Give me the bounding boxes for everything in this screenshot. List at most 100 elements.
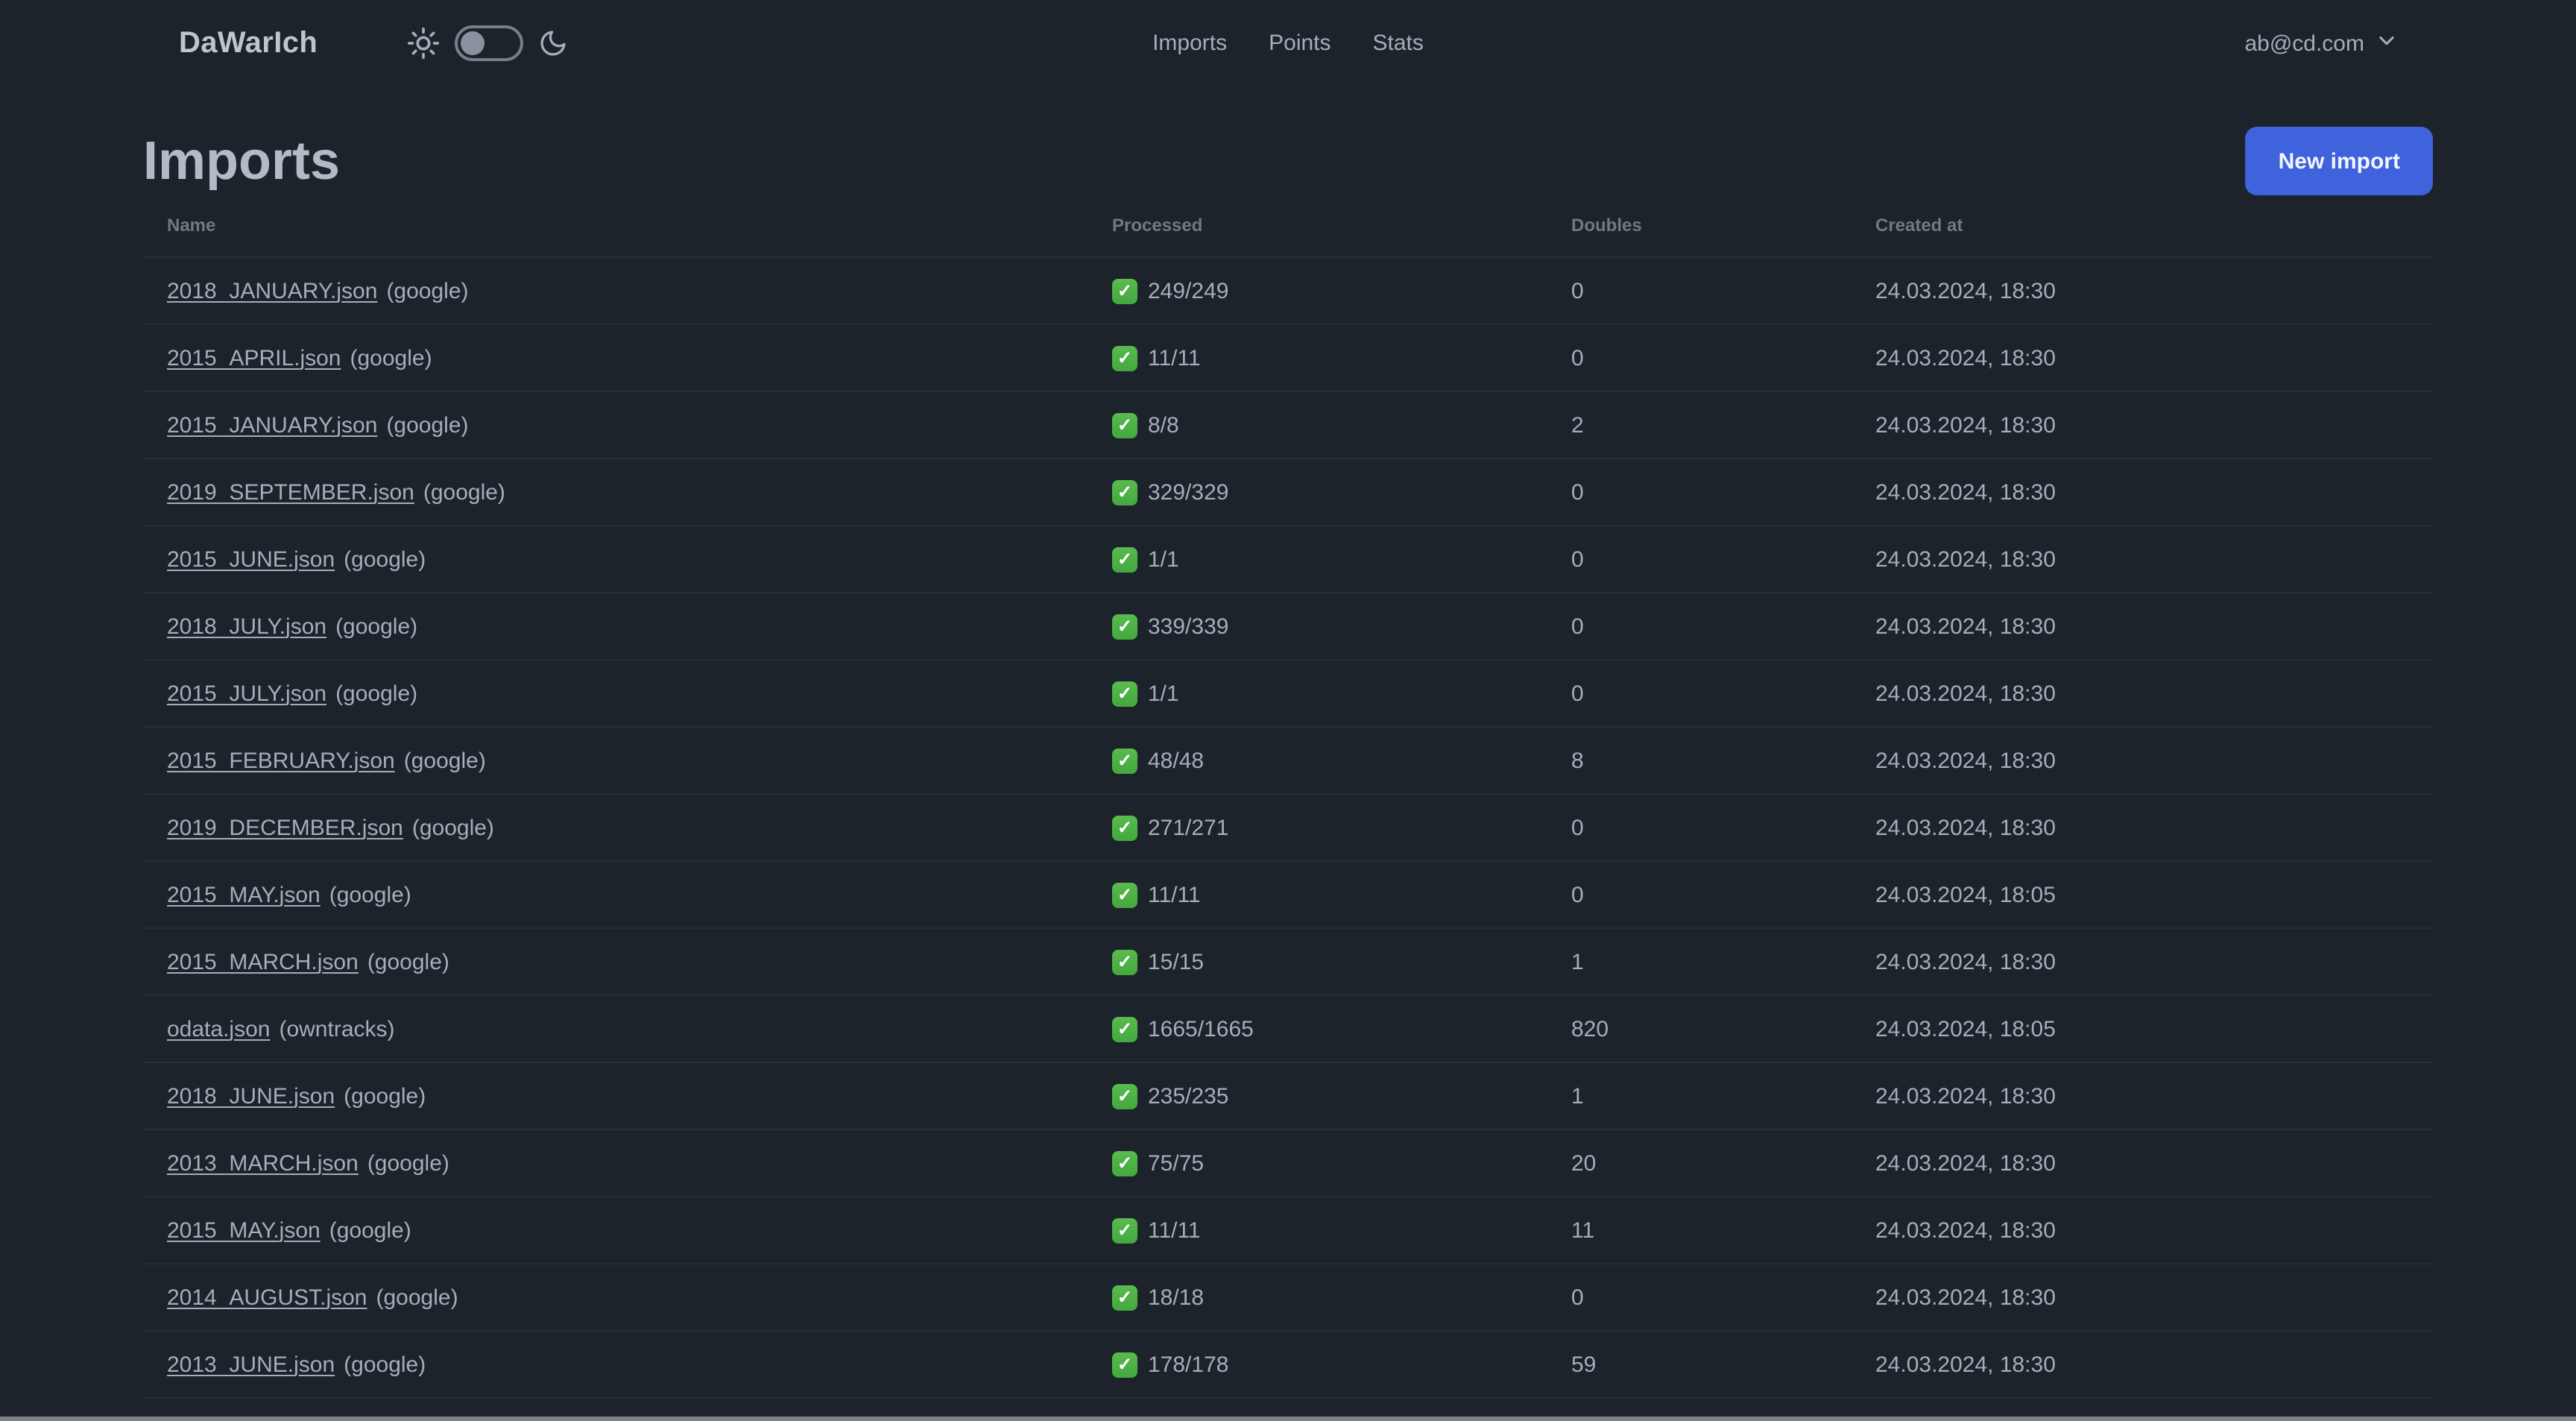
main-content: Imports New import Name Processed Double… bbox=[143, 125, 2433, 1421]
processed-count: 329/329 bbox=[1148, 479, 1229, 505]
created-at-value: 24.03.2024, 18:05 bbox=[1852, 995, 2433, 1062]
created-at-value: 24.03.2024, 18:30 bbox=[1852, 1263, 2433, 1331]
table-row: 2015_MARCH.json (google) ✓ 15/15 1 24.03.… bbox=[143, 927, 2433, 995]
processed-cell: ✓ 329/329 bbox=[1088, 458, 1547, 526]
main-nav: Imports Points Stats bbox=[1152, 31, 1424, 56]
nav-item-points[interactable]: Points bbox=[1269, 31, 1330, 56]
processed-count: 75/75 bbox=[1148, 1150, 1205, 1176]
user-menu[interactable]: ab@cd.com bbox=[2244, 29, 2397, 57]
check-icon: ✓ bbox=[1112, 1285, 1137, 1310]
import-file-link[interactable]: 2018_JANUARY.json bbox=[167, 278, 377, 303]
import-file-link[interactable]: 2013_JUNE.json bbox=[167, 1352, 335, 1377]
theme-toggle-knob bbox=[461, 31, 485, 55]
import-source-label: (google) bbox=[329, 1217, 411, 1243]
import-file-link[interactable]: 2013_MARCH.json bbox=[167, 1150, 359, 1176]
name-cell: 2015_APRIL.json (google) bbox=[143, 324, 1088, 391]
import-source-label: (google) bbox=[350, 345, 432, 371]
processed-cell: ✓ 48/48 bbox=[1088, 726, 1547, 794]
check-icon: ✓ bbox=[1112, 815, 1137, 840]
import-file-link[interactable]: 2015_JANUARY.json bbox=[167, 412, 377, 438]
doubles-count: 1 bbox=[1547, 927, 1852, 995]
created-at-value: 24.03.2024, 18:30 bbox=[1852, 458, 2433, 526]
processed-cell: ✓ 18/18 bbox=[1088, 1263, 1547, 1331]
name-cell: 2015_FEBRUARY.json (google) bbox=[143, 726, 1088, 794]
doubles-count: 0 bbox=[1547, 860, 1852, 928]
name-cell: odata.json (owntracks) bbox=[143, 995, 1088, 1062]
processed-count: 18/18 bbox=[1148, 1285, 1205, 1310]
column-header-doubles: Doubles bbox=[1571, 215, 1642, 236]
created-at-value: 24.03.2024, 18:30 bbox=[1852, 1062, 2433, 1129]
check-icon: ✓ bbox=[1112, 1217, 1137, 1243]
import-source-label: (google) bbox=[367, 949, 449, 974]
nav-item-imports[interactable]: Imports bbox=[1152, 31, 1227, 56]
check-icon: ✓ bbox=[1112, 546, 1137, 572]
table-row: 2015_MAY.json (google) ✓ 11/11 11 24.03.2… bbox=[143, 1196, 2433, 1264]
processed-cell: ✓ 178/178 bbox=[1088, 1330, 1547, 1398]
imports-table: Name Processed Doubles Created at 2018_J… bbox=[143, 197, 2433, 1421]
table-header-row: Name Processed Doubles Created at bbox=[143, 197, 2433, 257]
new-import-button[interactable]: New import bbox=[2245, 127, 2433, 195]
name-cell: 2015_MARCH.json (google) bbox=[143, 927, 1088, 995]
doubles-count: 0 bbox=[1547, 592, 1852, 660]
created-at-value: 24.03.2024, 18:30 bbox=[1852, 391, 2433, 459]
processed-cell: ✓ 75/75 bbox=[1088, 1129, 1547, 1197]
import-file-link[interactable]: 2015_MAY.json bbox=[167, 882, 321, 907]
import-file-link[interactable]: 2015_JULY.json bbox=[167, 681, 326, 706]
processed-cell: ✓ 1665/1665 bbox=[1088, 995, 1547, 1062]
import-file-link[interactable]: 2015_APRIL.json bbox=[167, 345, 341, 371]
doubles-count: 11 bbox=[1547, 1196, 1852, 1264]
theme-toggle[interactable] bbox=[455, 25, 524, 61]
processed-count: 11/11 bbox=[1148, 345, 1201, 371]
table-row: 2015_APRIL.json (google) ✓ 11/11 0 24.03.… bbox=[143, 324, 2433, 391]
processed-count: 1/1 bbox=[1148, 681, 1179, 706]
processed-count: 48/48 bbox=[1148, 748, 1205, 773]
import-file-link[interactable]: 2014_AUGUST.json bbox=[167, 1285, 367, 1310]
horizontal-scrollbar[interactable] bbox=[0, 1417, 2576, 1421]
created-at-value: 24.03.2024, 18:30 bbox=[1852, 592, 2433, 660]
check-icon: ✓ bbox=[1112, 1083, 1137, 1109]
import-file-link[interactable]: odata.json bbox=[167, 1016, 270, 1042]
created-at-value: 24.03.2024, 18:30 bbox=[1852, 793, 2433, 861]
import-file-link[interactable]: 2015_MAY.json bbox=[167, 1217, 321, 1243]
nav-item-stats[interactable]: Stats bbox=[1373, 31, 1424, 56]
doubles-count: 1 bbox=[1547, 1062, 1852, 1129]
import-file-link[interactable]: 2015_JUNE.json bbox=[167, 546, 335, 572]
created-at-value: 24.03.2024, 18:30 bbox=[1852, 1129, 2433, 1197]
created-at-value: 24.03.2024, 18:05 bbox=[1852, 860, 2433, 928]
top-navbar: DaWarIch Imports Points Stats ab@cd.com bbox=[0, 0, 2576, 86]
created-at-value: 24.03.2024, 18:30 bbox=[1852, 525, 2433, 593]
theme-switcher bbox=[407, 25, 568, 61]
doubles-count: 8 bbox=[1547, 726, 1852, 794]
name-cell: 2013_JUNE.json (google) bbox=[143, 1330, 1088, 1398]
import-file-link[interactable]: 2019_DECEMBER.json bbox=[167, 815, 403, 840]
moon-icon bbox=[538, 28, 568, 58]
processed-count: 1665/1665 bbox=[1148, 1016, 1254, 1042]
name-cell: 2014_AUGUST.json (google) bbox=[143, 1263, 1088, 1331]
table-row: 2014_AUGUST.json (google) ✓ 18/18 0 24.03… bbox=[143, 1263, 2433, 1331]
check-icon: ✓ bbox=[1112, 1150, 1137, 1176]
table-row: 2013_MARCH.json (google) ✓ 75/75 20 24.03… bbox=[143, 1129, 2433, 1197]
processed-count: 178/178 bbox=[1148, 1352, 1229, 1377]
user-email: ab@cd.com bbox=[2244, 31, 2364, 56]
doubles-count: 0 bbox=[1547, 256, 1852, 324]
import-file-link[interactable]: 2019_SEPTEMBER.json bbox=[167, 479, 414, 505]
import-file-link[interactable]: 2018_JUNE.json bbox=[167, 1083, 335, 1109]
check-icon: ✓ bbox=[1112, 1016, 1137, 1042]
name-cell: 2018_JUNE.json (google) bbox=[143, 1062, 1088, 1129]
check-icon: ✓ bbox=[1112, 345, 1137, 371]
import-source-label: (google) bbox=[386, 278, 469, 303]
import-source-label: (owntracks) bbox=[279, 1016, 395, 1042]
app-root: DaWarIch Imports Points Stats ab@cd.com … bbox=[0, 0, 2576, 1421]
import-source-label: (google) bbox=[344, 1083, 426, 1109]
import-file-link[interactable]: 2015_MARCH.json bbox=[167, 949, 359, 974]
processed-cell: ✓ 11/11 bbox=[1088, 860, 1547, 928]
doubles-count: 20 bbox=[1547, 1129, 1852, 1197]
import-file-link[interactable]: 2018_JULY.json bbox=[167, 614, 326, 639]
doubles-count: 0 bbox=[1547, 458, 1852, 526]
import-file-link[interactable]: 2015_FEBRUARY.json bbox=[167, 748, 395, 773]
processed-cell: ✓ 11/11 bbox=[1088, 1196, 1547, 1264]
name-cell: 2019_DECEMBER.json (google) bbox=[143, 793, 1088, 861]
check-icon: ✓ bbox=[1112, 949, 1137, 974]
doubles-count: 59 bbox=[1547, 1330, 1852, 1398]
app-logo[interactable]: DaWarIch bbox=[179, 26, 318, 60]
